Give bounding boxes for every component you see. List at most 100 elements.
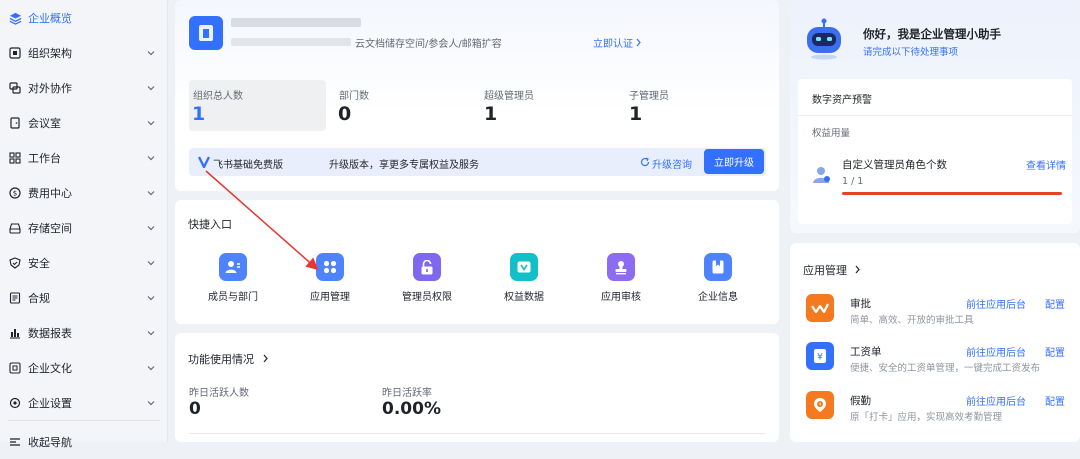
quick-item-company-info[interactable]: 企业信息 — [670, 253, 766, 303]
usage-card: 功能使用情况 昨日活跃人数 0 昨日活跃率 0.00% — [175, 333, 779, 442]
stamp-icon — [607, 253, 635, 281]
org-benefits-text: 云文档储存空间/参会人/邮箱扩容 — [355, 39, 502, 50]
sidebar-item-label: 组织架构 — [28, 47, 72, 60]
collab-icon — [8, 81, 22, 95]
sidebar-item-label: 企业设置 — [28, 397, 72, 410]
sidebar-item-reports[interactable]: 数据报表 — [0, 316, 168, 350]
sidebar-item-collab[interactable]: 对外协作 — [0, 71, 168, 105]
chevron-right-icon — [636, 38, 641, 47]
chevron-down-icon — [147, 226, 155, 231]
redacted-org-desc — [231, 38, 351, 46]
sidebar-item-settings[interactable]: 企业设置 — [0, 386, 168, 420]
sidebar-item-org[interactable]: 组织架构 — [0, 36, 168, 70]
sidebar-item-meeting-room[interactable]: 会议室 — [0, 106, 168, 140]
approval-icon — [806, 294, 834, 322]
quick-item-members[interactable]: 成员与部门 — [185, 253, 281, 303]
chevron-down-icon — [147, 401, 155, 406]
quick-entry-card: 快捷入口 成员与部门 应用管理 管理员权限 权益数据 应用审核 企业信息 — [175, 200, 779, 324]
chevron-down-icon — [147, 331, 155, 336]
app-name: 假勤 — [850, 395, 871, 407]
upgrade-consult-link[interactable]: 升级咨询 — [652, 156, 692, 171]
open-app-admin-link[interactable]: 前往应用后台 — [966, 296, 1026, 311]
sidebar-item-culture[interactable]: 企业文化 — [0, 351, 168, 385]
chevron-down-icon — [147, 191, 155, 196]
payroll-icon: ¥ — [806, 342, 834, 370]
assistant-section: 数字资产预警 — [812, 95, 872, 106]
sidebar-item-security[interactable]: 安全 — [0, 246, 168, 280]
sidebar-item-label: 企业文化 — [28, 362, 72, 375]
svg-text:$: $ — [13, 190, 17, 198]
chevron-down-icon — [147, 51, 155, 56]
configure-link[interactable]: 配置 — [1045, 344, 1065, 359]
upgrade-button[interactable]: 立即升级 — [704, 149, 764, 174]
sidebar-item-label: 合规 — [28, 292, 50, 305]
section-title[interactable]: 应用管理 — [803, 262, 847, 278]
stat-label: 超级管理员 — [484, 91, 534, 102]
open-app-admin-link[interactable]: 前往应用后台 — [966, 393, 1026, 408]
apps-grid-icon — [316, 253, 344, 281]
sidebar-item-label: 会议室 — [28, 117, 61, 130]
section-title: 快捷入口 — [188, 218, 232, 231]
sidebar-item-label: 费用中心 — [28, 187, 72, 200]
quick-item-benefits-data[interactable]: 权益数据 — [476, 253, 572, 303]
sidebar-item-label: 安全 — [28, 257, 50, 270]
app-name: 审批 — [850, 298, 871, 310]
stat-value-super-admins: 1 — [484, 103, 498, 125]
org-logo — [189, 16, 223, 50]
section-title[interactable]: 功能使用情况 — [188, 351, 254, 367]
bar-chart-icon — [8, 326, 22, 340]
sidebar-item-label: 工作台 — [28, 152, 61, 165]
refresh-icon — [640, 157, 650, 167]
quick-item-label: 应用管理 — [310, 292, 350, 303]
assistant-subsection: 权益用量 — [812, 128, 851, 139]
robot-icon — [807, 18, 841, 60]
app-desc: 简单、高效、开放的审批工具 — [850, 315, 974, 326]
configure-link[interactable]: 配置 — [1045, 393, 1065, 408]
shield-icon — [8, 256, 22, 270]
quick-item-label: 管理员权限 — [402, 292, 452, 303]
verify-link[interactable]: 立即认证 — [593, 35, 633, 50]
admin-role-icon — [813, 167, 830, 183]
sidebar-item-storage[interactable]: 存储空间 — [0, 211, 168, 245]
configure-link[interactable]: 配置 — [1045, 296, 1065, 311]
app-name: 工资单 — [850, 346, 882, 358]
sidebar-item-compliance[interactable]: 合规 — [0, 281, 168, 315]
chevron-down-icon — [147, 296, 155, 301]
chevron-down-icon — [147, 366, 155, 371]
quick-item-app-review[interactable]: 应用审核 — [573, 253, 669, 303]
quick-item-label: 应用审核 — [601, 292, 641, 303]
sidebar-item-overview[interactable]: 企业概览 — [0, 1, 168, 35]
building-icon — [199, 25, 213, 41]
quick-item-admin-permissions[interactable]: 管理员权限 — [379, 253, 475, 303]
usage-stat-value: 0 — [189, 399, 201, 419]
upgrade-text: 升级版本，享更多专属权益及服务 — [329, 160, 479, 171]
quick-item-label: 成员与部门 — [208, 292, 258, 303]
org-overview-card: 云文档储存空间/参会人/邮箱扩容 立即认证 组织总人数 1 部门数 0 超级管理… — [175, 0, 779, 191]
app-management-card: 应用管理 审批 简单、高效、开放的审批工具 前往应用后台 配置 ¥ 工资单 便捷… — [790, 243, 1080, 442]
chevron-right-icon — [855, 265, 860, 274]
plan-banner: 飞书基础免费版 升级版本，享更多专属权益及服务 升级咨询 立即升级 — [189, 148, 766, 176]
drive-icon — [8, 221, 22, 235]
app-row-approval: 审批 简单、高效、开放的审批工具 前往应用后台 配置 — [790, 294, 1080, 342]
stat-value-departments: 0 — [338, 103, 352, 125]
assistant-card: 你好，我是企业管理小助手 请完成以下待处理事项 数字资产预警 权益用量 自定义管… — [790, 0, 1080, 233]
collapse-icon — [8, 435, 22, 449]
quick-item-app-management[interactable]: 应用管理 — [282, 253, 378, 303]
door-icon — [8, 116, 22, 130]
chevron-down-icon — [147, 261, 155, 266]
open-app-admin-link[interactable]: 前往应用后台 — [966, 344, 1026, 359]
doc-icon — [8, 291, 22, 305]
usage-progress-bar — [842, 192, 1062, 195]
sidebar-item-workbench[interactable]: 工作台 — [0, 141, 168, 175]
sidebar-item-label: 存储空间 — [28, 222, 72, 235]
sidebar-item-label: 对外协作 — [28, 82, 72, 95]
sidebar-item-label: 数据报表 — [28, 327, 72, 340]
collapse-nav-button[interactable]: 收起导航 — [0, 425, 168, 459]
view-details-link[interactable]: 查看详情 — [1026, 157, 1066, 172]
gear-icon — [8, 396, 22, 410]
stat-label: 组织总人数 — [193, 91, 243, 102]
sidebar-item-billing[interactable]: $ 费用中心 — [0, 176, 168, 210]
chevron-down-icon — [147, 86, 155, 91]
bookmark-doc-icon — [704, 253, 732, 281]
unlock-icon — [413, 253, 441, 281]
